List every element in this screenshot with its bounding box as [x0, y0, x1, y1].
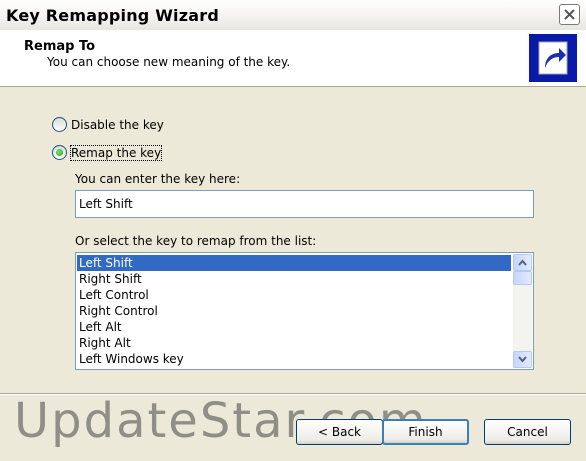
- chevron-up-icon: [518, 259, 527, 266]
- key-list-scrollbar[interactable]: [513, 254, 532, 368]
- shortcut-arrow-icon: [529, 34, 577, 82]
- list-item[interactable]: Left Windows key: [77, 351, 511, 367]
- list-item[interactable]: Left Shift: [77, 255, 511, 271]
- scroll-thumb[interactable]: [513, 271, 532, 285]
- chevron-down-icon: [518, 356, 527, 363]
- disable-key-option[interactable]: Disable the key: [52, 117, 164, 132]
- radio-checked-indicator: [56, 149, 63, 156]
- disable-key-radio[interactable]: [52, 117, 67, 132]
- key-entry-label: You can enter the key here:: [75, 172, 241, 186]
- key-list[interactable]: Left Shift Right Shift Left Control Righ…: [75, 252, 534, 370]
- wizard-header: Remap To You can choose new meaning of t…: [0, 30, 586, 87]
- finish-button-label: Finish: [408, 425, 443, 439]
- list-item[interactable]: Right Control: [77, 303, 511, 319]
- list-item[interactable]: Left Control: [77, 287, 511, 303]
- cancel-button-label: Cancel: [507, 425, 548, 439]
- remap-key-option[interactable]: Remap the key: [52, 144, 163, 161]
- title-bar[interactable]: Key Remapping Wizard: [0, 0, 586, 31]
- back-button-label: < Back: [317, 425, 361, 439]
- list-item[interactable]: Right Alt: [77, 335, 511, 351]
- list-item[interactable]: Right Shift: [77, 271, 511, 287]
- remap-key-radio[interactable]: [52, 145, 67, 160]
- list-item[interactable]: Left Alt: [77, 319, 511, 335]
- wizard-window: Key Remapping Wizard Remap To You can ch…: [0, 0, 586, 461]
- close-button[interactable]: [559, 4, 580, 25]
- key-list-items: Left Shift Right Shift Left Control Righ…: [77, 255, 511, 367]
- remap-key-label: Remap the key: [69, 144, 163, 161]
- header-title: Remap To: [24, 39, 96, 54]
- cancel-button[interactable]: Cancel: [484, 419, 571, 445]
- back-button[interactable]: < Back: [296, 419, 383, 445]
- scroll-up-button[interactable]: [513, 254, 532, 271]
- header-subtitle: You can choose new meaning of the key.: [47, 55, 291, 69]
- disable-key-label: Disable the key: [71, 117, 164, 132]
- key-list-label: Or select the key to remap from the list…: [75, 234, 317, 248]
- close-icon: [564, 9, 575, 20]
- window-title: Key Remapping Wizard: [6, 6, 219, 25]
- finish-button[interactable]: Finish: [382, 419, 469, 445]
- key-entry-value: Left Shift: [79, 197, 133, 211]
- key-entry-input[interactable]: Left Shift: [75, 190, 534, 218]
- scroll-down-button[interactable]: [513, 351, 532, 368]
